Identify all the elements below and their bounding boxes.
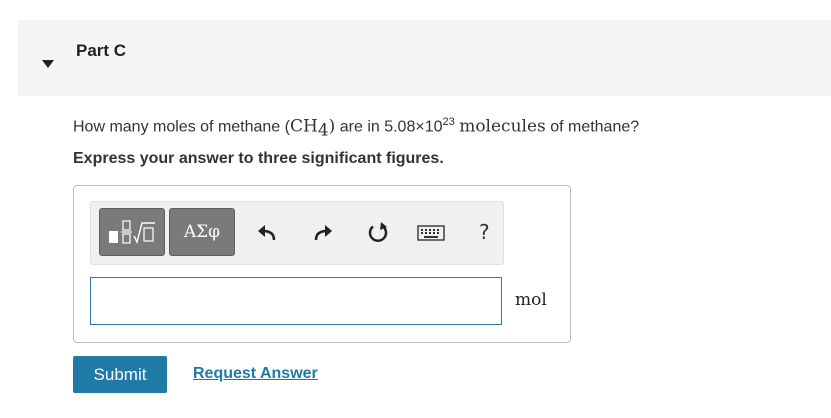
templates-button[interactable] xyxy=(99,208,165,256)
instruction-text: Express your answer to three significant… xyxy=(73,150,444,167)
formula-main: CH xyxy=(289,116,318,137)
question-text: How many moles of methane (CH4) are in 5… xyxy=(73,116,639,141)
molecules-word: molecules xyxy=(459,116,546,137)
question-suffix: of methane? xyxy=(545,118,640,136)
part-header[interactable]: Part C xyxy=(18,20,831,96)
templates-icon xyxy=(109,220,155,244)
collapse-caret-icon[interactable] xyxy=(42,60,54,68)
unit-label: mol xyxy=(515,290,547,310)
exponent: 23 xyxy=(442,116,455,128)
keyboard-icon[interactable] xyxy=(417,222,445,244)
reset-icon[interactable] xyxy=(367,222,389,244)
undo-icon[interactable] xyxy=(256,222,278,244)
math-toolbar: ΑΣφ ? xyxy=(90,201,504,265)
redo-icon[interactable] xyxy=(312,222,334,244)
help-button[interactable]: ? xyxy=(479,220,490,244)
question-prefix: How many moles of methane ( xyxy=(73,118,290,136)
submit-button[interactable]: Submit xyxy=(73,356,167,393)
part-title: Part C xyxy=(76,41,127,60)
answer-box: ΑΣφ ? mol xyxy=(73,185,571,343)
formula-subscript: 4 xyxy=(317,120,329,141)
answer-input[interactable] xyxy=(90,277,502,325)
request-answer-link[interactable]: Request Answer xyxy=(193,365,318,383)
greek-symbols-button[interactable]: ΑΣφ xyxy=(169,208,235,256)
question-middle: are in 5.08×10 xyxy=(335,118,443,136)
